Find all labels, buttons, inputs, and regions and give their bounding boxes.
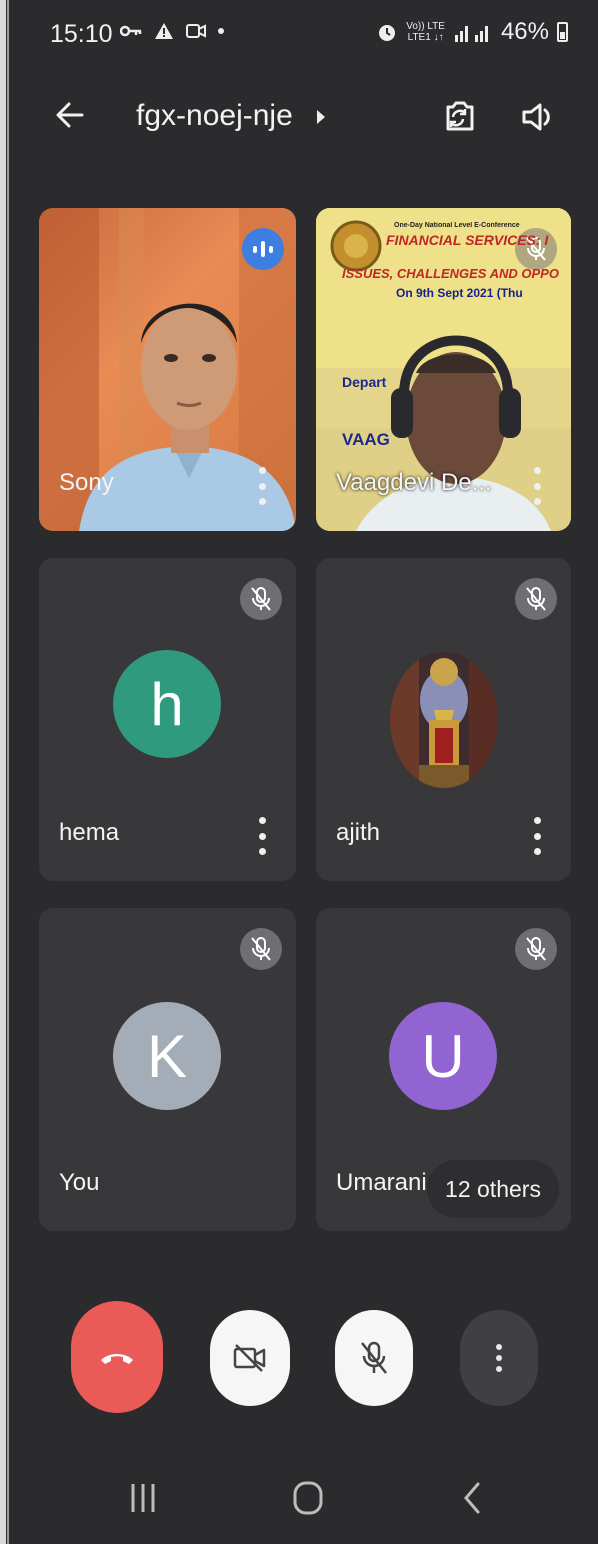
participant-name: ajith	[336, 819, 381, 846]
participant-name: You	[59, 1169, 100, 1196]
participant-tile-vaagdevi[interactable]: One-Day National Level E-Conference FINA…	[316, 208, 571, 531]
meeting-info-caret-icon[interactable]	[317, 110, 325, 124]
participant-name: Vaagdevi De...	[336, 469, 492, 496]
back-arrow-icon[interactable]	[52, 97, 88, 133]
speaking-indicator-icon	[242, 228, 284, 270]
avatar: h	[113, 650, 221, 758]
banner-line: Depart	[342, 374, 387, 390]
banner-line: FINANCIAL SERVICES: I	[386, 232, 549, 248]
video-call-icon	[186, 24, 206, 38]
avatar: U	[389, 1002, 497, 1110]
muted-mic-icon	[240, 928, 282, 970]
banner-line: ISSUES, CHALLENGES AND OPPO	[342, 266, 559, 281]
avatar: K	[113, 1002, 221, 1110]
mic-toggle-button[interactable]	[335, 1310, 413, 1406]
muted-mic-icon	[240, 578, 282, 620]
banner-line: One-Day National Level E-Conference	[394, 222, 520, 229]
participant-name: hema	[59, 819, 120, 846]
status-bar: 15:10 Vo)) LTE LTE1 ↓↑ 46%	[0, 0, 598, 70]
participant-tile-hema[interactable]: h hema	[39, 558, 296, 881]
muted-mic-icon	[515, 928, 557, 970]
conference-banner: One-Day National Level E-Conference FINA…	[386, 222, 571, 248]
call-header: fgx-noej-nje	[0, 85, 598, 155]
home-icon[interactable]	[292, 1480, 324, 1516]
more-options-icon[interactable]	[533, 467, 541, 505]
back-nav-icon[interactable]	[460, 1480, 484, 1516]
battery-icon	[557, 22, 568, 42]
switch-camera-icon[interactable]	[438, 97, 478, 137]
network-top: Vo)) LTE	[406, 21, 445, 32]
recent-apps-icon[interactable]	[128, 1480, 158, 1516]
muted-mic-icon	[515, 578, 557, 620]
meeting-code[interactable]: fgx-noej-nje	[136, 99, 293, 133]
signal-icon	[454, 26, 488, 42]
hang-up-icon	[101, 1354, 133, 1364]
network-indicator: Vo)) LTE LTE1 ↓↑	[406, 21, 445, 43]
participant-name: Umarani	[336, 1169, 427, 1196]
participant-tile-you[interactable]: K You	[39, 908, 296, 1231]
battery-percent: 46%	[500, 18, 549, 45]
network-bottom: LTE1 ↓↑	[407, 32, 444, 43]
more-options-icon[interactable]	[258, 817, 266, 855]
banner-line: VAAG	[342, 430, 390, 449]
mic-off-icon	[361, 1341, 387, 1374]
camera-off-icon	[233, 1344, 266, 1372]
banner-line: On 9th Sept 2021 (Thu	[396, 286, 523, 300]
scan-edge	[0, 0, 6, 1544]
more-options-button[interactable]	[460, 1310, 538, 1406]
warning-icon	[155, 23, 173, 39]
participant-tile-sony[interactable]: Sony	[39, 208, 296, 531]
speaker-icon[interactable]	[518, 97, 558, 137]
dot-icon	[218, 28, 224, 34]
camera-toggle-button[interactable]	[210, 1310, 290, 1406]
status-time: 15:10	[50, 20, 113, 48]
more-vertical-icon	[496, 1344, 502, 1372]
more-options-icon[interactable]	[258, 467, 266, 505]
notification-icons	[120, 22, 224, 40]
more-options-icon[interactable]	[533, 817, 541, 855]
others-count-button[interactable]: 12 others	[427, 1160, 559, 1218]
end-call-button[interactable]	[71, 1301, 163, 1413]
key-icon	[120, 25, 142, 37]
alarm-icon	[379, 25, 396, 41]
status-right: Vo)) LTE LTE1 ↓↑ 46%	[376, 18, 568, 46]
participant-name: Sony	[59, 469, 114, 496]
profile-photo-avatar	[390, 652, 498, 788]
scan-edge-line	[7, 0, 9, 1544]
participant-tile-ajith[interactable]: ajith	[316, 558, 571, 881]
android-nav-bar	[0, 1460, 598, 1544]
